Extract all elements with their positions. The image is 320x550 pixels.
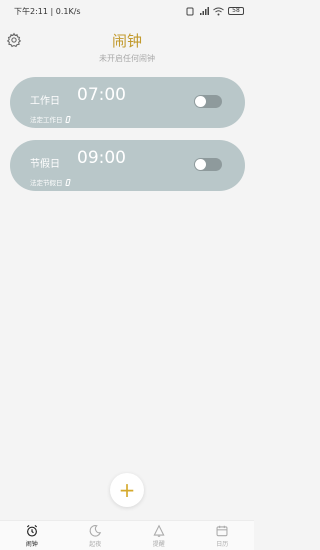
tab-night[interactable]: 起夜 xyxy=(64,521,128,550)
tab-calendar[interactable]: 日历 xyxy=(191,521,255,550)
alarm-repeat: 法定工作日 xyxy=(30,114,71,124)
status-bar: 下午2:11 | 0.1K/s 58 xyxy=(0,0,254,22)
bottom-tab-bar: 闹钟 起夜 提醒 日历 xyxy=(0,520,254,550)
alarm-repeat: 法定节假日 xyxy=(30,177,71,187)
moon-icon xyxy=(89,525,102,537)
wifi-icon xyxy=(213,7,224,15)
add-alarm-button[interactable]: + xyxy=(110,473,144,507)
tab-label: 起夜 xyxy=(89,541,102,548)
signal-icon xyxy=(200,6,209,15)
sim-icon xyxy=(186,7,194,15)
phone-icon xyxy=(64,178,71,186)
alarm-toggle[interactable] xyxy=(194,158,222,171)
status-icons: 58 xyxy=(186,6,244,16)
alarm-card-workday[interactable]: 工作日 07:00 法定工作日 xyxy=(10,77,245,128)
tab-alarm[interactable]: 闹钟 xyxy=(0,521,64,550)
alarm-time: 09:00 xyxy=(77,148,126,168)
alarm-time: 07:00 xyxy=(77,85,126,105)
alarm-card-holiday[interactable]: 节假日 09:00 法定节假日 xyxy=(10,140,245,191)
phone-icon xyxy=(64,115,71,123)
alarm-repeat-label: 法定节假日 xyxy=(30,179,63,187)
tab-label: 提醒 xyxy=(152,541,165,548)
alarm-toggle[interactable] xyxy=(194,95,222,108)
bell-icon xyxy=(153,524,165,537)
tab-label: 闹钟 xyxy=(25,541,38,548)
alarm-name: 节假日 xyxy=(30,159,60,170)
toggle-knob xyxy=(195,159,206,170)
alarm-name: 工作日 xyxy=(30,96,60,107)
alarm-repeat-label: 法定工作日 xyxy=(30,116,63,124)
page-subtitle: 未开启任何闹钟 xyxy=(99,54,155,63)
tab-reminder[interactable]: 提醒 xyxy=(127,521,191,550)
status-time-network: 下午2:11 | 0.1K/s xyxy=(14,6,81,16)
calendar-icon xyxy=(216,525,228,537)
tab-label: 日历 xyxy=(216,541,229,548)
alarm-clock-icon xyxy=(26,525,37,537)
toggle-knob xyxy=(195,96,206,107)
battery-icon: 58 xyxy=(228,7,244,15)
page-title: 闹钟 xyxy=(111,32,142,50)
